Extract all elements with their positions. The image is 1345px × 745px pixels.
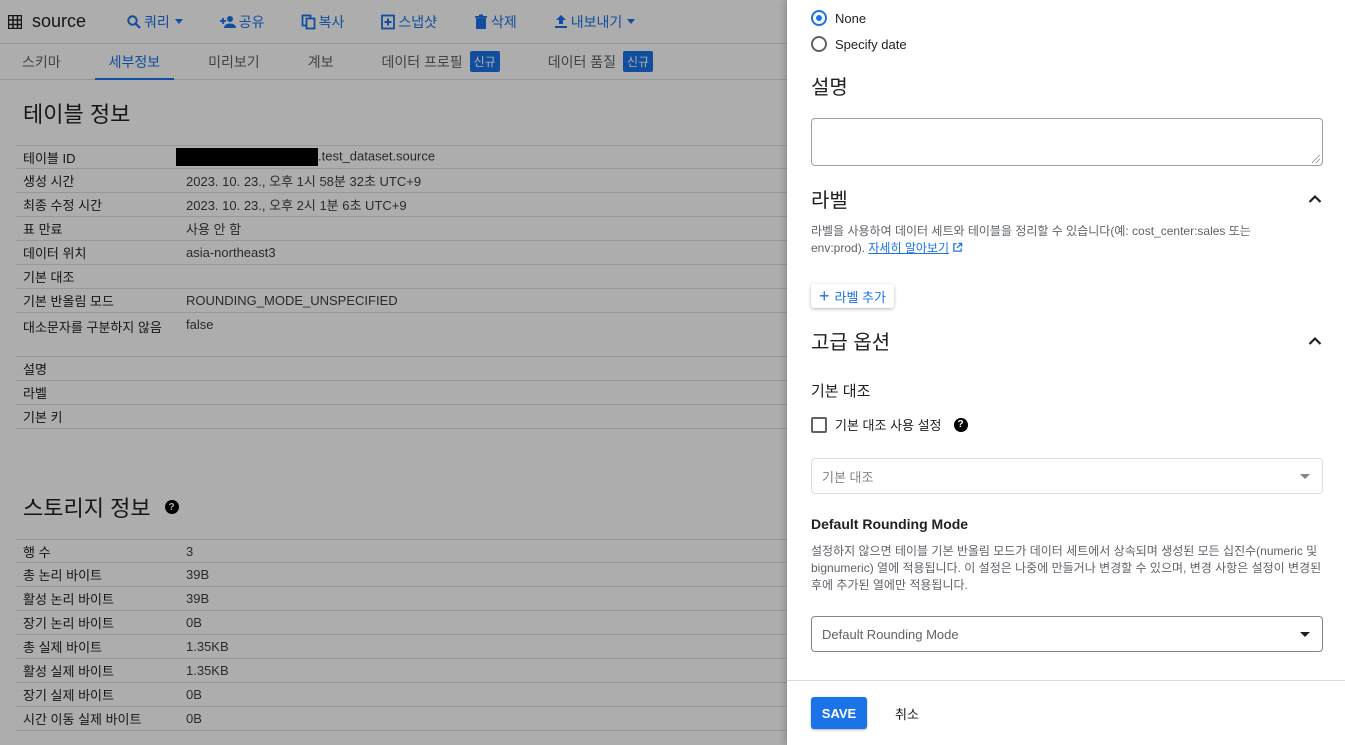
collation-placeholder: 기본 대조 [822,469,874,485]
add-label-text: 라벨 추가 [834,289,886,305]
radio-label: Specify date [835,36,907,52]
help-icon[interactable]: ? [953,417,968,432]
learn-more-link[interactable]: 자세히 알아보기 [868,241,949,255]
collation-select[interactable]: 기본 대조 [811,458,1323,494]
modal-scrim[interactable] [0,0,787,745]
rounding-title: Default Rounding Mode [811,516,969,532]
radio-label: None [835,10,867,26]
collation-title: 기본 대조 [811,383,871,400]
edit-details-panel: None Specify date 설명 라벨 라벨을 사용하여 데이터 세트와… [787,0,1345,745]
radio-unselected-icon [811,36,827,52]
description-textarea[interactable] [811,118,1323,166]
dropdown-arrow-icon [1300,631,1310,637]
collation-checkbox[interactable] [811,416,827,433]
external-link-icon[interactable] [952,242,963,253]
labels-title: 라벨 [811,190,848,212]
cancel-button[interactable]: 취소 [895,704,919,723]
advanced-section-header[interactable]: 고급 옵션 [811,326,1323,355]
panel-footer: SAVE 취소 [787,680,1345,745]
rounding-mode-select[interactable]: Default Rounding Mode [811,616,1323,652]
labels-section-header[interactable]: 라벨 [811,184,1323,213]
save-button[interactable]: SAVE [811,697,867,729]
add-label-button[interactable]: + 라벨 추가 [811,284,894,308]
description-title: 설명 [811,77,848,99]
radio-selected-icon [811,10,827,26]
dropdown-arrow-icon [1300,473,1310,479]
expiration-specify-date-radio[interactable]: Specify date [811,31,1323,57]
expiration-none-radio[interactable]: None [811,5,1323,31]
advanced-title: 고급 옵션 [811,332,891,354]
collation-checkbox-row: 기본 대조 사용 설정 ? [811,415,1323,434]
rounding-description: 설정하지 않으면 테이블 기본 반올림 모드가 데이터 세트에서 상속되며 생성… [811,544,1322,592]
chevron-up-icon[interactable] [1307,333,1323,349]
chevron-up-icon[interactable] [1307,191,1323,207]
plus-icon: + [819,286,830,306]
rounding-placeholder: Default Rounding Mode [822,626,959,642]
labels-description: 라벨을 사용하여 데이터 세트와 테이블을 정리할 수 있습니다(예: cost… [811,223,1279,257]
collation-checkbox-label: 기본 대조 사용 설정 [835,418,942,433]
